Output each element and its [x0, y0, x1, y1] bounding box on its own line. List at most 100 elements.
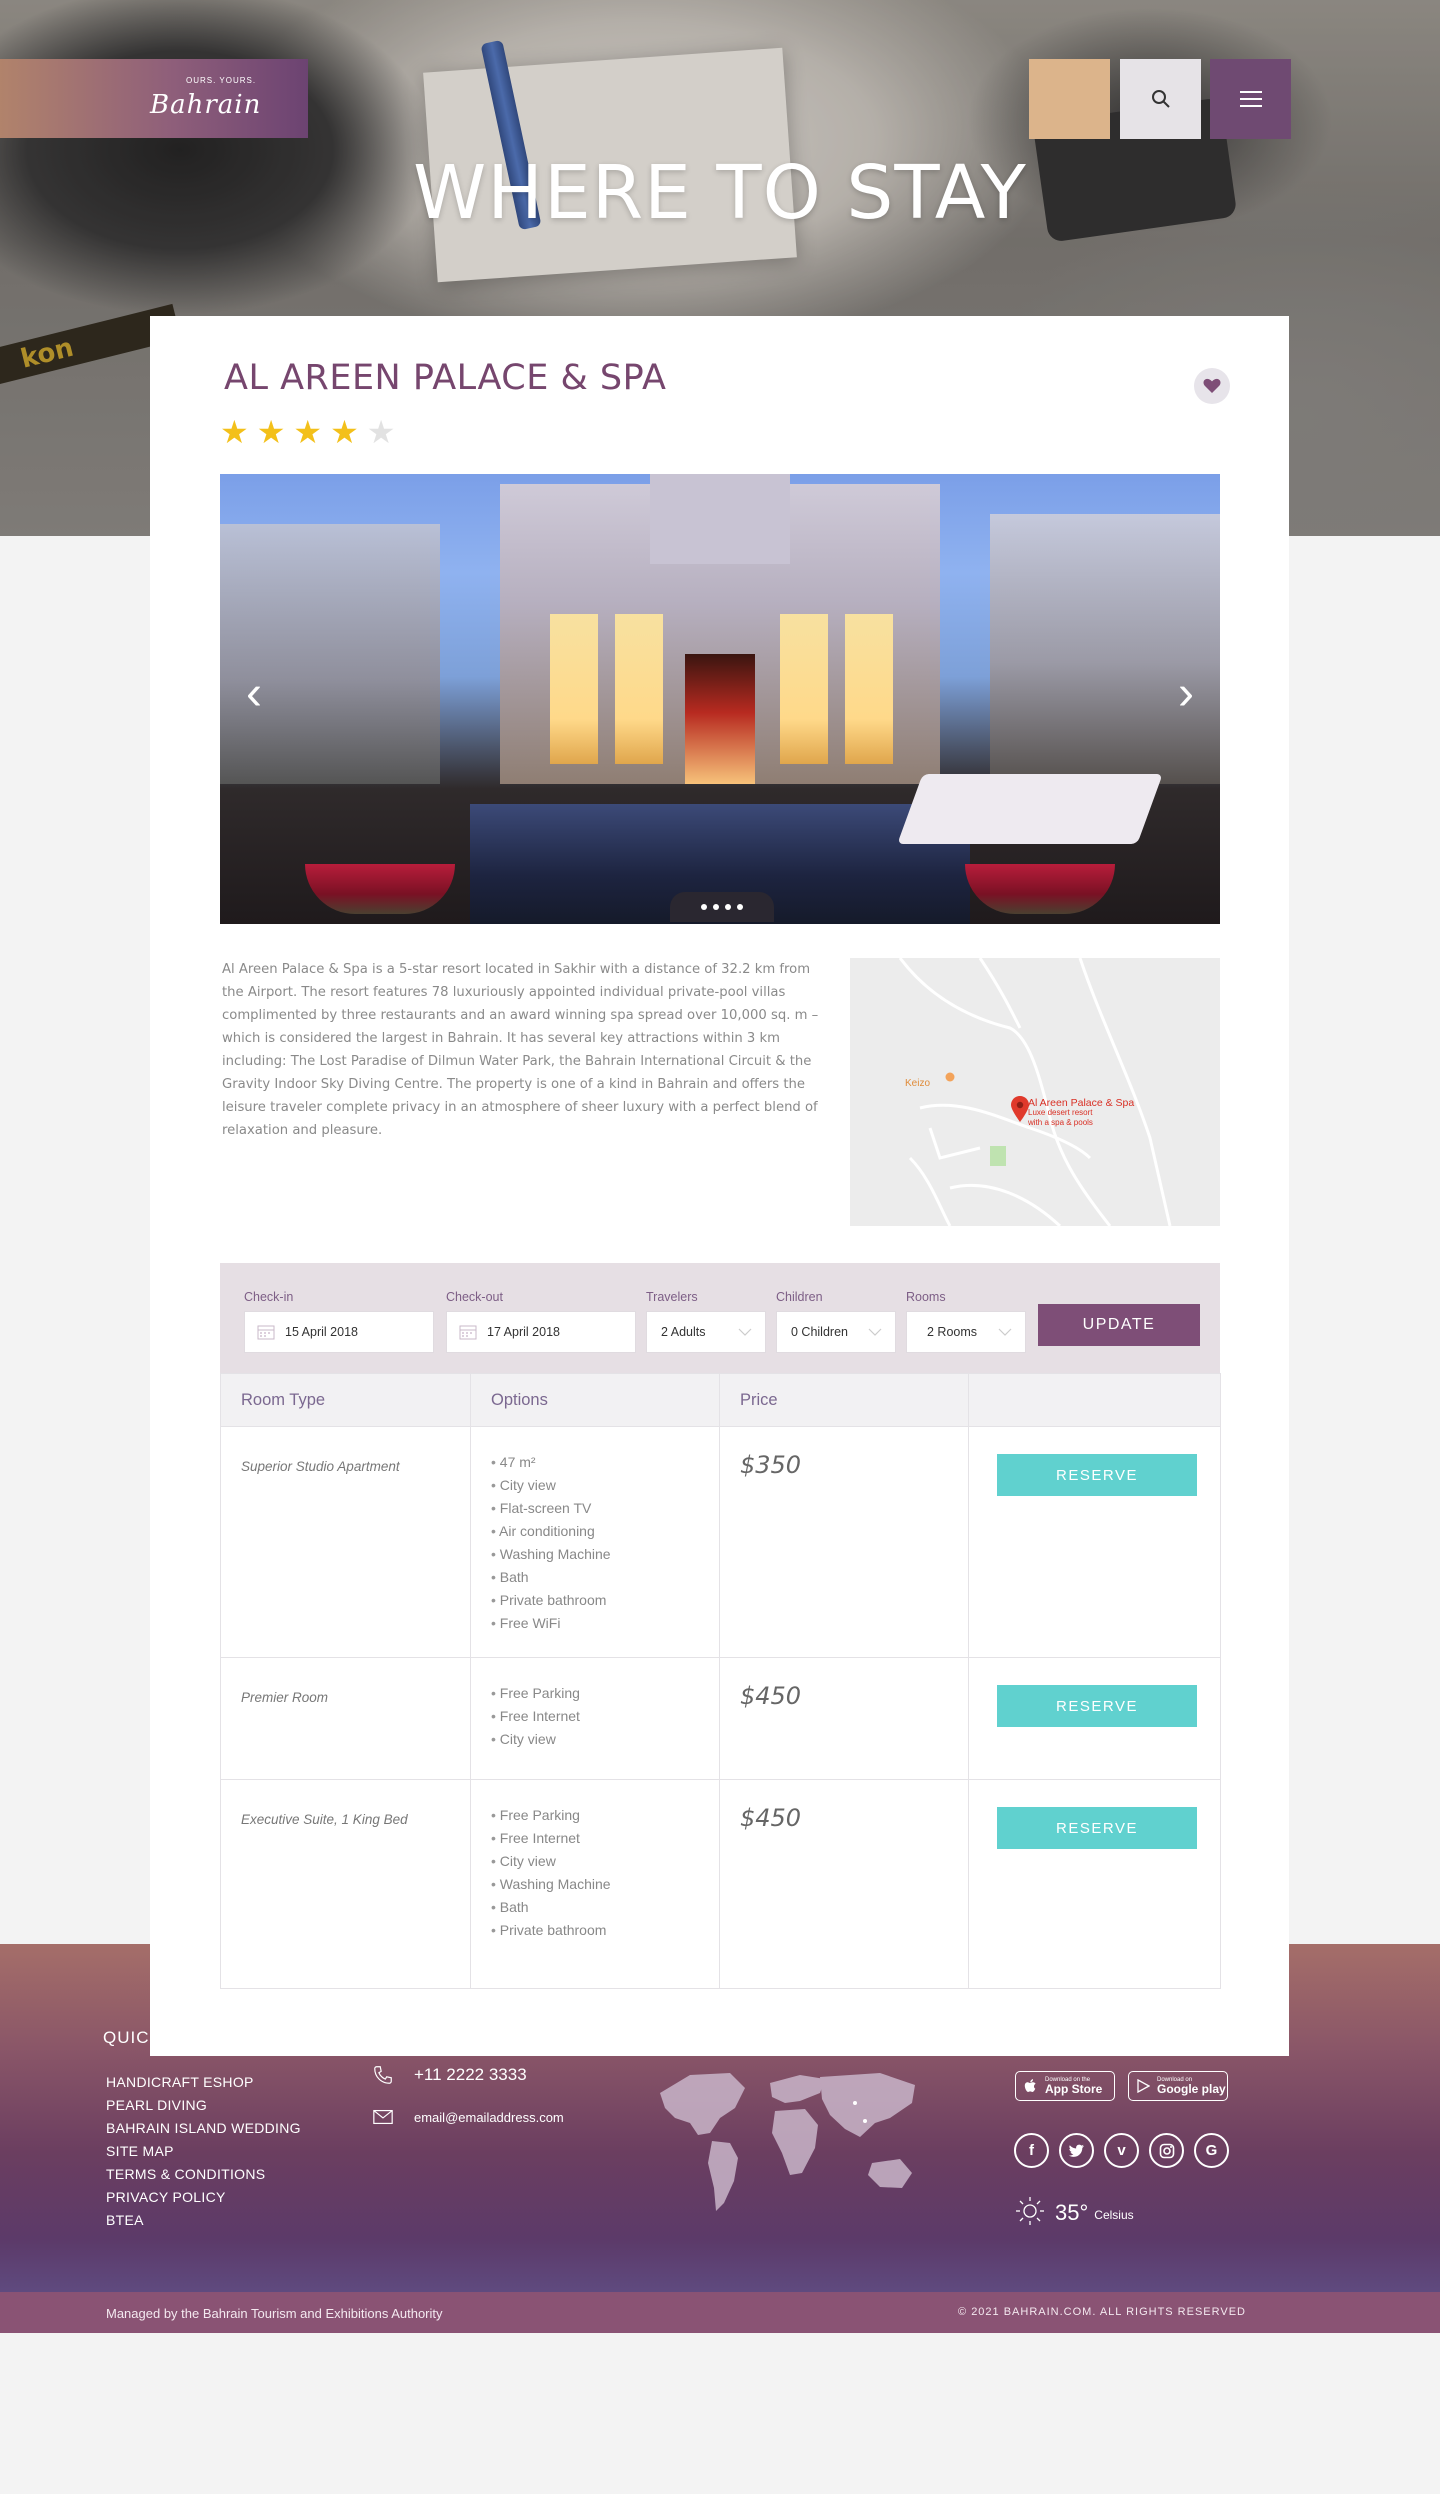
- quick-link[interactable]: BTEA: [106, 2209, 301, 2232]
- room-options: Free Parking Free Internet City view Was…: [491, 1780, 699, 1942]
- rooms-table-header: Room Type Options Price: [220, 1373, 1221, 1427]
- quick-link[interactable]: HANDICRAFT ESHOP: [106, 2071, 301, 2094]
- reserve-button[interactable]: RESERVE: [997, 1807, 1197, 1849]
- quick-link[interactable]: BAHRAIN ISLAND WEDDING: [106, 2117, 301, 2140]
- quick-link[interactable]: SITE MAP: [106, 2140, 301, 2163]
- google-icon[interactable]: G: [1194, 2133, 1229, 2168]
- travelers-value: 2 Adults: [661, 1325, 706, 1339]
- children-field: Children 0 Children: [776, 1290, 896, 1353]
- contact-phone[interactable]: +11 2222 3333: [372, 2064, 527, 2086]
- managed-by-text: Managed by the Bahrain Tourism and Exhib…: [106, 2306, 443, 2321]
- star-filled-icon: ★: [256, 414, 286, 450]
- gallery-flower-bowl: [305, 864, 455, 914]
- search-icon: [1151, 90, 1170, 108]
- room-type: Executive Suite, 1 King Bed: [241, 1812, 408, 1827]
- room-option: Free Parking: [491, 1682, 699, 1705]
- temperature-unit: Celsius: [1094, 2208, 1134, 2222]
- rooms-select[interactable]: 2 Rooms: [906, 1311, 1026, 1353]
- room-option: Free Internet: [491, 1705, 699, 1728]
- gallery-dot[interactable]: [737, 904, 743, 910]
- room-option: Free Parking: [491, 1804, 699, 1827]
- room-options: Free Parking Free Internet City view: [491, 1658, 699, 1751]
- gallery-window: [615, 614, 663, 764]
- vimeo-icon[interactable]: v: [1104, 2133, 1139, 2168]
- room-option: Private bathroom: [491, 1589, 699, 1612]
- checkout-input[interactable]: 17 April 2018: [446, 1311, 636, 1353]
- checkin-value: 15 April 2018: [285, 1325, 358, 1339]
- chevron-down-icon: [738, 1328, 752, 1336]
- gallery-prev-arrow[interactable]: ‹: [234, 664, 274, 724]
- children-label: Children: [776, 1290, 823, 1304]
- phone-icon: [374, 2066, 392, 2084]
- hotel-card: AL AREEN PALACE & SPA ★ ★ ★ ★ ★ ‹ › Al Areen…: [150, 316, 1289, 2056]
- heart-icon: [1203, 378, 1221, 393]
- play-icon: [1137, 2079, 1150, 2093]
- quick-link[interactable]: PRIVACY POLICY: [106, 2186, 301, 2209]
- star-rating: ★ ★ ★ ★ ★: [220, 416, 395, 448]
- twitter-icon[interactable]: [1059, 2133, 1094, 2168]
- hotel-name: AL AREEN PALACE & SPA: [224, 358, 667, 398]
- travelers-select[interactable]: 2 Adults: [646, 1311, 766, 1353]
- table-row: Executive Suite, 1 King Bed Free Parking…: [220, 1779, 1221, 1989]
- calendar-icon: [257, 1325, 275, 1340]
- room-option: Free WiFi: [491, 1612, 699, 1635]
- rooms-field: Rooms 2 Rooms: [906, 1290, 1026, 1353]
- reserve-button[interactable]: RESERVE: [997, 1685, 1197, 1727]
- phone-number: +11 2222 3333: [414, 2065, 527, 2084]
- map-place-name: Al Areen Palace & Spa: [1028, 1097, 1135, 1109]
- checkin-field: Check-in 15 April 2018: [244, 1290, 434, 1353]
- app-store-button[interactable]: Download on the App Store: [1015, 2071, 1115, 2101]
- facebook-icon[interactable]: f: [1014, 2133, 1049, 2168]
- search-button[interactable]: [1120, 59, 1201, 139]
- room-option: City view: [491, 1474, 699, 1497]
- header-accent-button[interactable]: [1029, 59, 1110, 139]
- menu-button[interactable]: [1210, 59, 1291, 139]
- checkin-input[interactable]: 15 April 2018: [244, 1311, 434, 1353]
- column-header-action: [968, 1373, 1221, 1427]
- logo[interactable]: OURS. YOURS. Bahrain: [138, 68, 298, 128]
- calendar-icon: [459, 1325, 477, 1340]
- logo-tagline: OURS. YOURS.: [186, 76, 257, 85]
- quick-link[interactable]: TERMS & CONDITIONS: [106, 2163, 301, 2186]
- page-title: WHERE TO STAY: [413, 150, 1027, 236]
- world-map-graphic: [660, 2073, 915, 2211]
- hotel-description: Al Areen Palace & Spa is a 5-star resort…: [222, 962, 819, 1138]
- checkout-label: Check-out: [446, 1290, 503, 1304]
- gallery-next-arrow[interactable]: ›: [1166, 664, 1206, 724]
- quick-link[interactable]: PEARL DIVING: [106, 2094, 301, 2117]
- room-option: City view: [491, 1728, 699, 1751]
- room-options: 47 m² City view Flat-screen TV Air condi…: [491, 1427, 699, 1635]
- column-header-price: Price: [719, 1373, 969, 1427]
- gallery-dot[interactable]: [701, 904, 707, 910]
- room-option: Bath: [491, 1566, 699, 1589]
- gallery-dot[interactable]: [713, 904, 719, 910]
- google-play-big-text: Google play: [1157, 2082, 1226, 2096]
- gallery-dot[interactable]: [725, 904, 731, 910]
- location-map[interactable]: Keizo Al Areen Palace & Spa Luxe desert …: [850, 958, 1220, 1226]
- room-type: Superior Studio Apartment: [241, 1459, 400, 1474]
- gallery-left-building: [220, 524, 440, 784]
- contact-email[interactable]: email@emailaddress.com: [372, 2106, 564, 2128]
- checkin-label: Check-in: [244, 1290, 294, 1304]
- room-option: Free Internet: [491, 1827, 699, 1850]
- reserve-button[interactable]: RESERVE: [997, 1454, 1197, 1496]
- rooms-table: Room Type Options Price Superior Studio …: [220, 1373, 1221, 1989]
- favorite-button[interactable]: [1194, 368, 1230, 404]
- google-play-button[interactable]: Download on Google play: [1128, 2071, 1228, 2101]
- update-button[interactable]: UPDATE: [1038, 1304, 1200, 1346]
- children-select[interactable]: 0 Children: [776, 1311, 896, 1353]
- room-price: $350: [740, 1451, 802, 1479]
- quick-links: HANDICRAFT ESHOP PEARL DIVING BAHRAIN IS…: [106, 2071, 301, 2232]
- star-filled-icon: ★: [220, 414, 249, 450]
- rooms-value: 2 Rooms: [927, 1325, 978, 1339]
- hamburger-icon: [1239, 91, 1262, 107]
- apple-icon: [1024, 2079, 1036, 2092]
- map-place-label: Al Areen Palace & Spa Luxe desert resort…: [1028, 1098, 1134, 1128]
- instagram-icon[interactable]: [1149, 2133, 1184, 2168]
- star-filled-icon: ★: [330, 414, 359, 450]
- gallery-flower-bowl: [965, 864, 1115, 914]
- gallery-sun-lounger: [897, 774, 1163, 844]
- gallery-right-building: [990, 514, 1220, 784]
- temperature: 35°: [1055, 2200, 1089, 2225]
- room-option: Flat-screen TV: [491, 1497, 699, 1520]
